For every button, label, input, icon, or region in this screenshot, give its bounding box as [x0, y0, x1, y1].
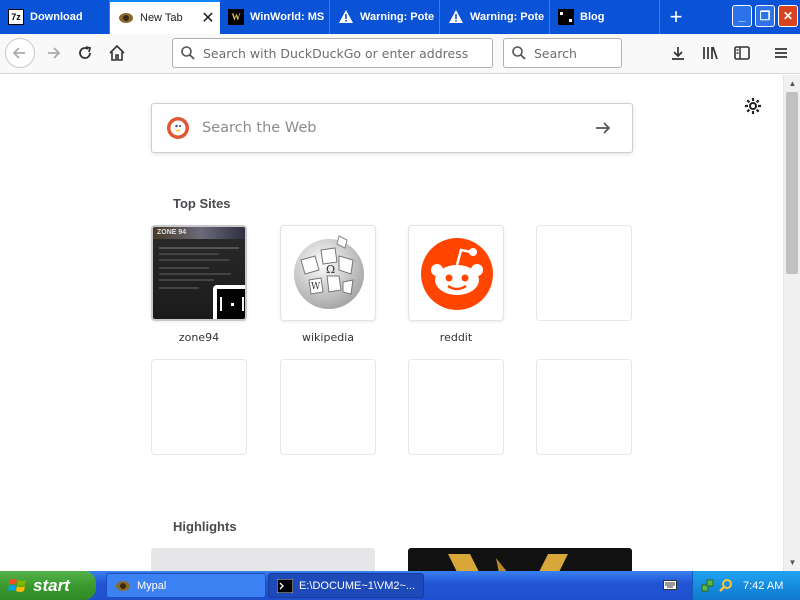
- tab-download[interactable]: 7z Download: [0, 0, 110, 34]
- task-label: Mypal: [137, 579, 167, 592]
- top-site-label: wikipedia: [301, 331, 354, 344]
- sidebar-toggle-icon[interactable]: [727, 38, 757, 68]
- top-site-wikipedia[interactable]: Ω W: [280, 225, 376, 321]
- tab-new-tab[interactable]: New Tab ✕: [110, 0, 220, 34]
- search-go-arrow-icon[interactable]: [586, 111, 620, 145]
- tab-label: New Tab: [140, 12, 183, 24]
- close-tab-icon[interactable]: ✕: [196, 8, 220, 28]
- search-icon: [173, 45, 203, 61]
- top-site-empty-slot[interactable]: [408, 359, 504, 455]
- wikipedia-icon: Ω W: [294, 235, 364, 309]
- zone94-logo-text: ZONE 94: [157, 229, 187, 236]
- navigation-toolbar: [0, 34, 800, 74]
- reload-button[interactable]: [70, 38, 100, 68]
- gear-icon[interactable]: [741, 94, 765, 118]
- tab-label: Warning: Pote: [470, 11, 545, 23]
- zone94-favicon: [213, 285, 245, 319]
- close-window-button[interactable]: ✕: [778, 5, 798, 27]
- cmd-icon: [277, 578, 293, 593]
- top-site-label: zone94: [178, 331, 220, 344]
- blog-icon: [558, 9, 574, 25]
- highlight-card[interactable]: [151, 548, 375, 571]
- maximize-button[interactable]: ❐: [755, 5, 775, 27]
- scroll-up-arrow-icon[interactable]: ▲: [784, 75, 800, 92]
- web-search-box[interactable]: [151, 103, 633, 153]
- 7zip-icon: 7z: [8, 9, 24, 25]
- new-tab-icon: [118, 10, 134, 26]
- keyboard-icon[interactable]: [663, 578, 677, 592]
- tab-warning-1[interactable]: Warning: Pote: [330, 0, 440, 34]
- svg-text:W: W: [311, 282, 321, 292]
- system-tray: 7:42 AM: [692, 571, 800, 600]
- mypal-icon: [116, 580, 130, 591]
- minimize-button[interactable]: _: [732, 5, 752, 27]
- taskbar: start Mypal E:\DOCUME~1\VM2~... 7:42 AM: [0, 571, 800, 600]
- tab-winworld[interactable]: W WinWorld: MS: [220, 0, 330, 34]
- web-search-input[interactable]: [202, 120, 586, 136]
- taskbar-item-mypal[interactable]: Mypal: [106, 573, 266, 598]
- taskbar-item-cmd[interactable]: E:\DOCUME~1\VM2~...: [268, 573, 424, 598]
- duckduckgo-icon: [167, 117, 189, 139]
- start-button[interactable]: start: [0, 571, 96, 600]
- menu-hamburger-icon[interactable]: [766, 38, 796, 68]
- scroll-down-arrow-icon[interactable]: ▼: [784, 554, 800, 571]
- tab-label: Download: [30, 11, 83, 23]
- top-site-reddit[interactable]: [408, 225, 504, 321]
- highlight-card[interactable]: [408, 548, 632, 571]
- back-button[interactable]: [5, 38, 35, 68]
- search-bar[interactable]: [503, 38, 622, 68]
- top-site-empty-slot[interactable]: [151, 359, 247, 455]
- tab-label: WinWorld: MS: [250, 11, 325, 23]
- clock: 7:42 AM: [743, 579, 784, 592]
- top-site-label: reddit: [439, 331, 473, 344]
- top-sites-heading: Top Sites: [173, 196, 231, 211]
- tab-blog[interactable]: Blog: [550, 0, 660, 34]
- tab-warning-2[interactable]: Warning: Pote: [440, 0, 550, 34]
- scrollbar-thumb[interactable]: [786, 92, 798, 274]
- highlights-heading: Highlights: [173, 519, 237, 534]
- network-icon[interactable]: [701, 579, 715, 593]
- tab-label: Blog: [580, 11, 605, 23]
- library-icon[interactable]: [695, 38, 725, 68]
- warning-icon: [338, 9, 354, 25]
- top-site-empty-slot[interactable]: [536, 225, 632, 321]
- task-label: E:\DOCUME~1\VM2~...: [299, 579, 416, 592]
- url-input[interactable]: [203, 45, 492, 61]
- downloads-button[interactable]: [663, 38, 693, 68]
- forward-button[interactable]: [38, 38, 68, 68]
- windows-flag-icon: [8, 578, 26, 592]
- start-label: start: [33, 575, 70, 595]
- vertical-scrollbar[interactable]: ▲ ▼: [783, 75, 800, 571]
- svg-text:Ω: Ω: [326, 263, 335, 276]
- top-site-empty-slot[interactable]: [536, 359, 632, 455]
- search-icon: [504, 45, 534, 61]
- new-tab-page: Top Sites ZONE 94 zone94 Ω: [0, 75, 783, 571]
- reddit-icon: [421, 238, 493, 310]
- tab-label: Warning: Pote: [360, 11, 435, 23]
- top-site-empty-slot[interactable]: [280, 359, 376, 455]
- highlight-thumbnail: [448, 554, 568, 571]
- winworld-icon: W: [228, 9, 244, 25]
- top-site-zone94[interactable]: ZONE 94: [151, 225, 247, 321]
- tab-strip: 7z Download New Tab ✕ W WinWorld: MS War…: [0, 0, 800, 34]
- home-button[interactable]: [102, 38, 132, 68]
- new-tab-button[interactable]: +: [660, 0, 692, 34]
- warning-icon: [448, 9, 464, 25]
- search-input[interactable]: [534, 45, 621, 61]
- address-bar[interactable]: [172, 38, 493, 68]
- search-icon[interactable]: [719, 578, 733, 593]
